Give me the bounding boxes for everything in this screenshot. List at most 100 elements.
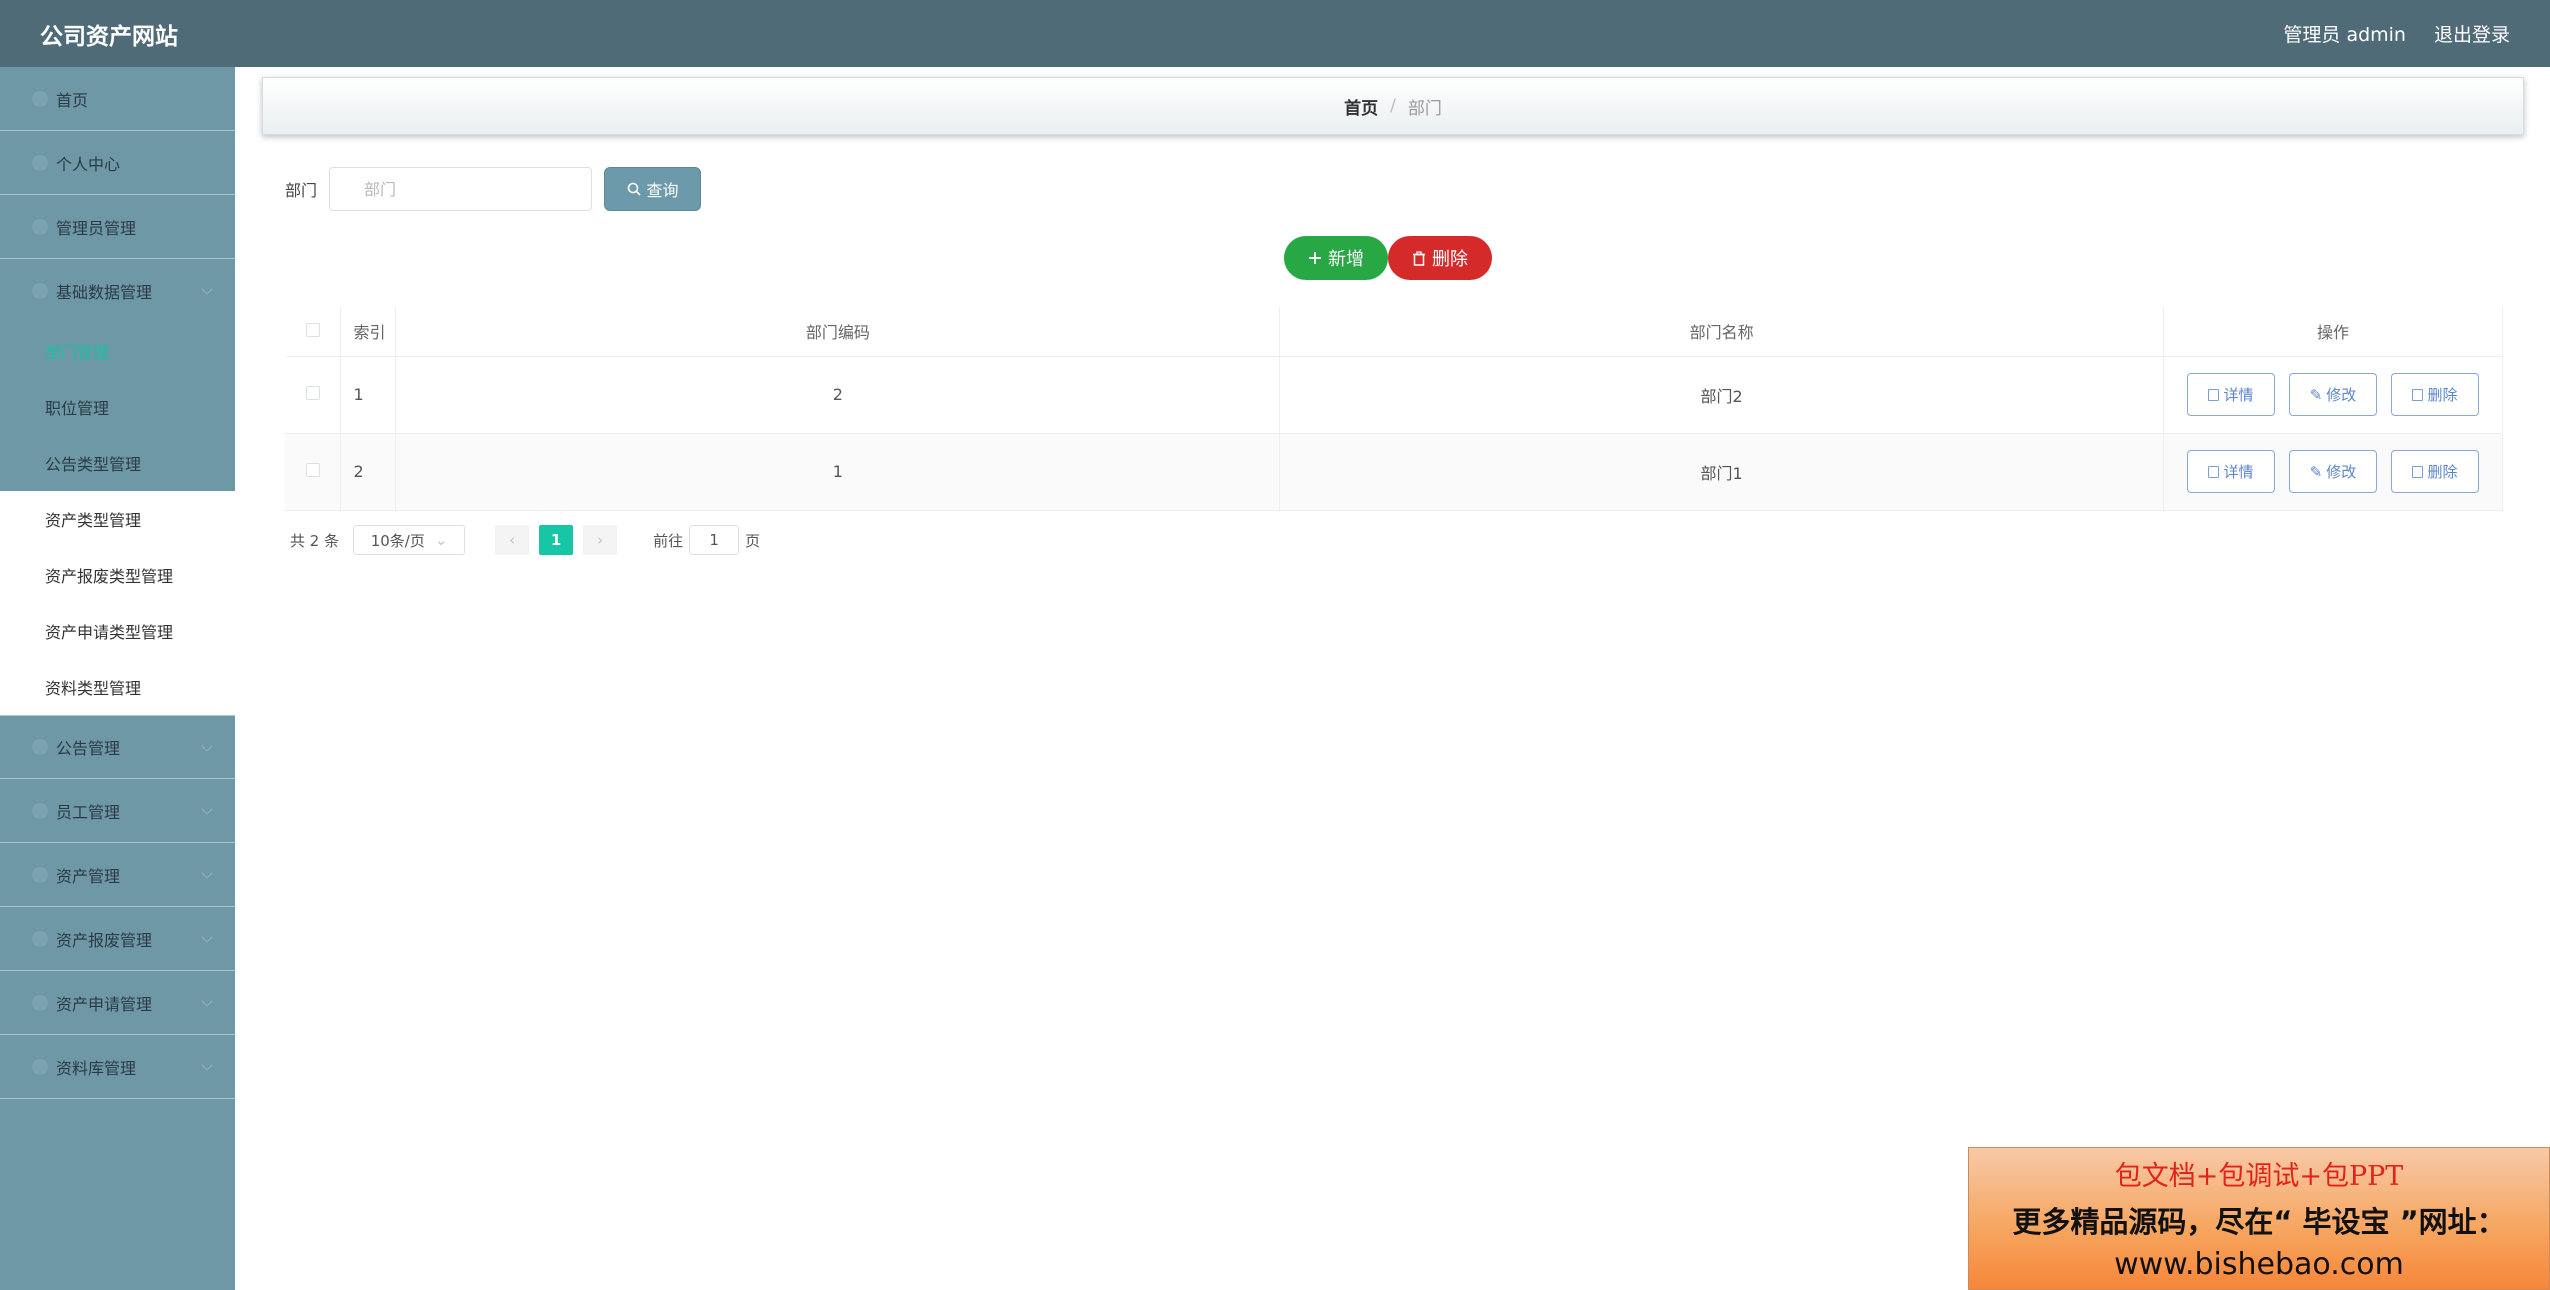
sidebar-item-library[interactable]: 资料库管理: [0, 1035, 235, 1099]
row-checkbox[interactable]: [305, 463, 320, 477]
logout-link[interactable]: 退出登录: [2434, 20, 2510, 47]
pagination: 共 2 条 10条/页 ⌄ ‹ 1 › 前往 1 页: [290, 525, 760, 555]
column-header-index: 索引: [340, 307, 397, 357]
sidebar-item-label: 资产报废管理: [56, 930, 153, 950]
ad-banner: 包文档+包调试+包PPT 更多精品源码，尽在“ 毕设宝 ”网址： www.bis…: [1968, 1147, 2550, 1290]
sidebar-item-asset[interactable]: 资产管理: [0, 843, 235, 907]
submenu-item-scrap-type[interactable]: 资产报废类型管理: [0, 547, 235, 603]
sidebar-item-staff[interactable]: 员工管理: [0, 779, 235, 843]
ad-line-3: www.bishebao.com: [2114, 1247, 2404, 1282]
add-button[interactable]: 新增: [1284, 236, 1388, 280]
search-label: 部门: [285, 181, 318, 200]
batch-delete-button-label: 删除: [1432, 249, 1468, 270]
detail-button[interactable]: 详情: [2186, 373, 2275, 416]
row-checkbox-cell: [285, 433, 342, 511]
sidebar-item-profile[interactable]: 个人中心: [0, 131, 235, 195]
table-header-row: 索引 部门编码 部门名称 操作: [285, 307, 2504, 357]
staff-icon: [32, 802, 48, 819]
breadcrumb-home[interactable]: 首页: [1344, 94, 1378, 119]
chevron-down-icon: [201, 740, 213, 752]
chevron-down-icon: [201, 867, 213, 879]
row-checkbox[interactable]: [305, 386, 320, 400]
ad-line-2: 更多精品源码，尽在“ 毕设宝 ”网址：: [2012, 1205, 2506, 1239]
home-icon: [32, 90, 48, 107]
scrap-icon: [32, 930, 48, 947]
column-header-name: 部门名称: [1279, 307, 2164, 357]
goto-page-input[interactable]: 1: [689, 525, 740, 555]
pencil-icon: ✎: [2309, 462, 2323, 481]
action-buttons: 新增 删除: [1284, 236, 1492, 280]
sidebar-item-asset-apply[interactable]: 资产申请管理: [0, 971, 235, 1035]
notice-icon: [32, 739, 48, 755]
submenu-item-department[interactable]: 部门管理: [0, 323, 235, 379]
cell-code: 2: [395, 356, 1281, 434]
next-page-button[interactable]: ›: [583, 525, 618, 555]
row-delete-button-label: 删除: [2427, 463, 2458, 481]
prev-page-button[interactable]: ‹: [495, 525, 530, 555]
sidebar-item-label: 个人中心: [56, 154, 121, 174]
edit-button[interactable]: ✎ 修改: [2288, 450, 2377, 493]
detail-button[interactable]: 详情: [2186, 450, 2275, 493]
row-delete-button[interactable]: 删除: [2390, 373, 2479, 416]
sidebar-item-label: 资产申请管理: [56, 994, 153, 1014]
library-icon: [32, 1058, 48, 1075]
detail-button-label: 详情: [2223, 463, 2254, 481]
detail-button-label: 详情: [2223, 386, 2254, 404]
cell-name: 部门2: [1279, 356, 2164, 434]
sidebar-item-asset-scrap[interactable]: 资产报废管理: [0, 907, 235, 971]
pencil-icon: ✎: [2309, 385, 2323, 404]
goto-suffix: 页: [745, 531, 761, 550]
ad-line-1: 包文档+包调试+包PPT: [2114, 1161, 2404, 1192]
app-title: 公司资产网站: [40, 23, 178, 50]
cell-operations: 详情 ✎ 修改 删除: [2163, 356, 2504, 434]
row-delete-button-label: 删除: [2427, 386, 2458, 404]
sidebar-item-basic-data[interactable]: 基础数据管理: [0, 259, 235, 323]
goto-label: 前往: [653, 531, 684, 550]
cell-index: 1: [340, 356, 397, 434]
trash-icon: [2412, 465, 2424, 478]
data-icon: [32, 283, 48, 299]
top-header: 公司资产网站 管理员 admin 退出登录: [0, 0, 2550, 67]
asset-icon: [32, 866, 48, 883]
user-label[interactable]: 管理员 admin: [2283, 20, 2406, 47]
column-header-operations: 操作: [2163, 307, 2504, 357]
breadcrumb-separator: /: [1390, 96, 1396, 116]
chevron-down-icon: [201, 931, 213, 943]
breadcrumb: 首页 / 部门: [262, 77, 2524, 135]
main-content: 首页 / 部门 部门 查询 新增 删除 索引 部门编码 部门名称 操作: [235, 67, 2550, 1290]
sidebar-item-admin[interactable]: 管理员管理: [0, 195, 235, 259]
query-button[interactable]: 查询: [604, 167, 702, 211]
page-size-value: 10条/页: [370, 531, 425, 550]
page-number-current[interactable]: 1: [539, 525, 574, 555]
select-all-checkbox[interactable]: [305, 322, 320, 337]
sidebar-item-notice[interactable]: 公告管理: [0, 715, 235, 779]
search-icon: [627, 182, 641, 196]
submenu-basic-data: 部门管理 职位管理 公告类型管理 资产类型管理 资产报废类型管理 资产申请类型管…: [0, 323, 235, 715]
edit-button-label: 修改: [2326, 386, 2357, 404]
submenu-item-position[interactable]: 职位管理: [0, 379, 235, 435]
trash-icon: [1413, 250, 1425, 266]
edit-button[interactable]: ✎ 修改: [2288, 373, 2377, 416]
sidebar-item-home[interactable]: 首页: [0, 67, 235, 131]
user-icon: [32, 154, 48, 171]
document-icon: [2208, 465, 2220, 478]
add-button-label: 新增: [1328, 249, 1364, 270]
department-table: 索引 部门编码 部门名称 操作 1 2 部门2 详情 ✎ 修改 删除 2 1 部…: [285, 307, 2504, 511]
batch-delete-button[interactable]: 删除: [1388, 236, 1492, 280]
department-search-input[interactable]: [329, 167, 593, 211]
submenu-item-apply-type[interactable]: 资产申请类型管理: [0, 603, 235, 659]
cell-name: 部门1: [1279, 433, 2164, 511]
sidebar-item-label: 首页: [56, 90, 89, 110]
goto-page: 前往 1 页: [653, 525, 760, 555]
row-delete-button[interactable]: 删除: [2390, 450, 2479, 493]
submenu-item-material-type[interactable]: 资料类型管理: [0, 659, 235, 715]
document-icon: [2208, 388, 2220, 401]
chevron-down-icon: [201, 995, 213, 1007]
plus-icon: [1309, 252, 1321, 264]
submenu-item-asset-type[interactable]: 资产类型管理: [0, 491, 235, 547]
page-size-select[interactable]: 10条/页 ⌄: [353, 525, 466, 555]
chevron-down-icon: ⌄: [434, 531, 448, 549]
sidebar-item-label: 资料库管理: [56, 1058, 137, 1078]
header-user-area: 管理员 admin 退出登录: [2283, 20, 2510, 47]
submenu-item-notice-type[interactable]: 公告类型管理: [0, 435, 235, 491]
